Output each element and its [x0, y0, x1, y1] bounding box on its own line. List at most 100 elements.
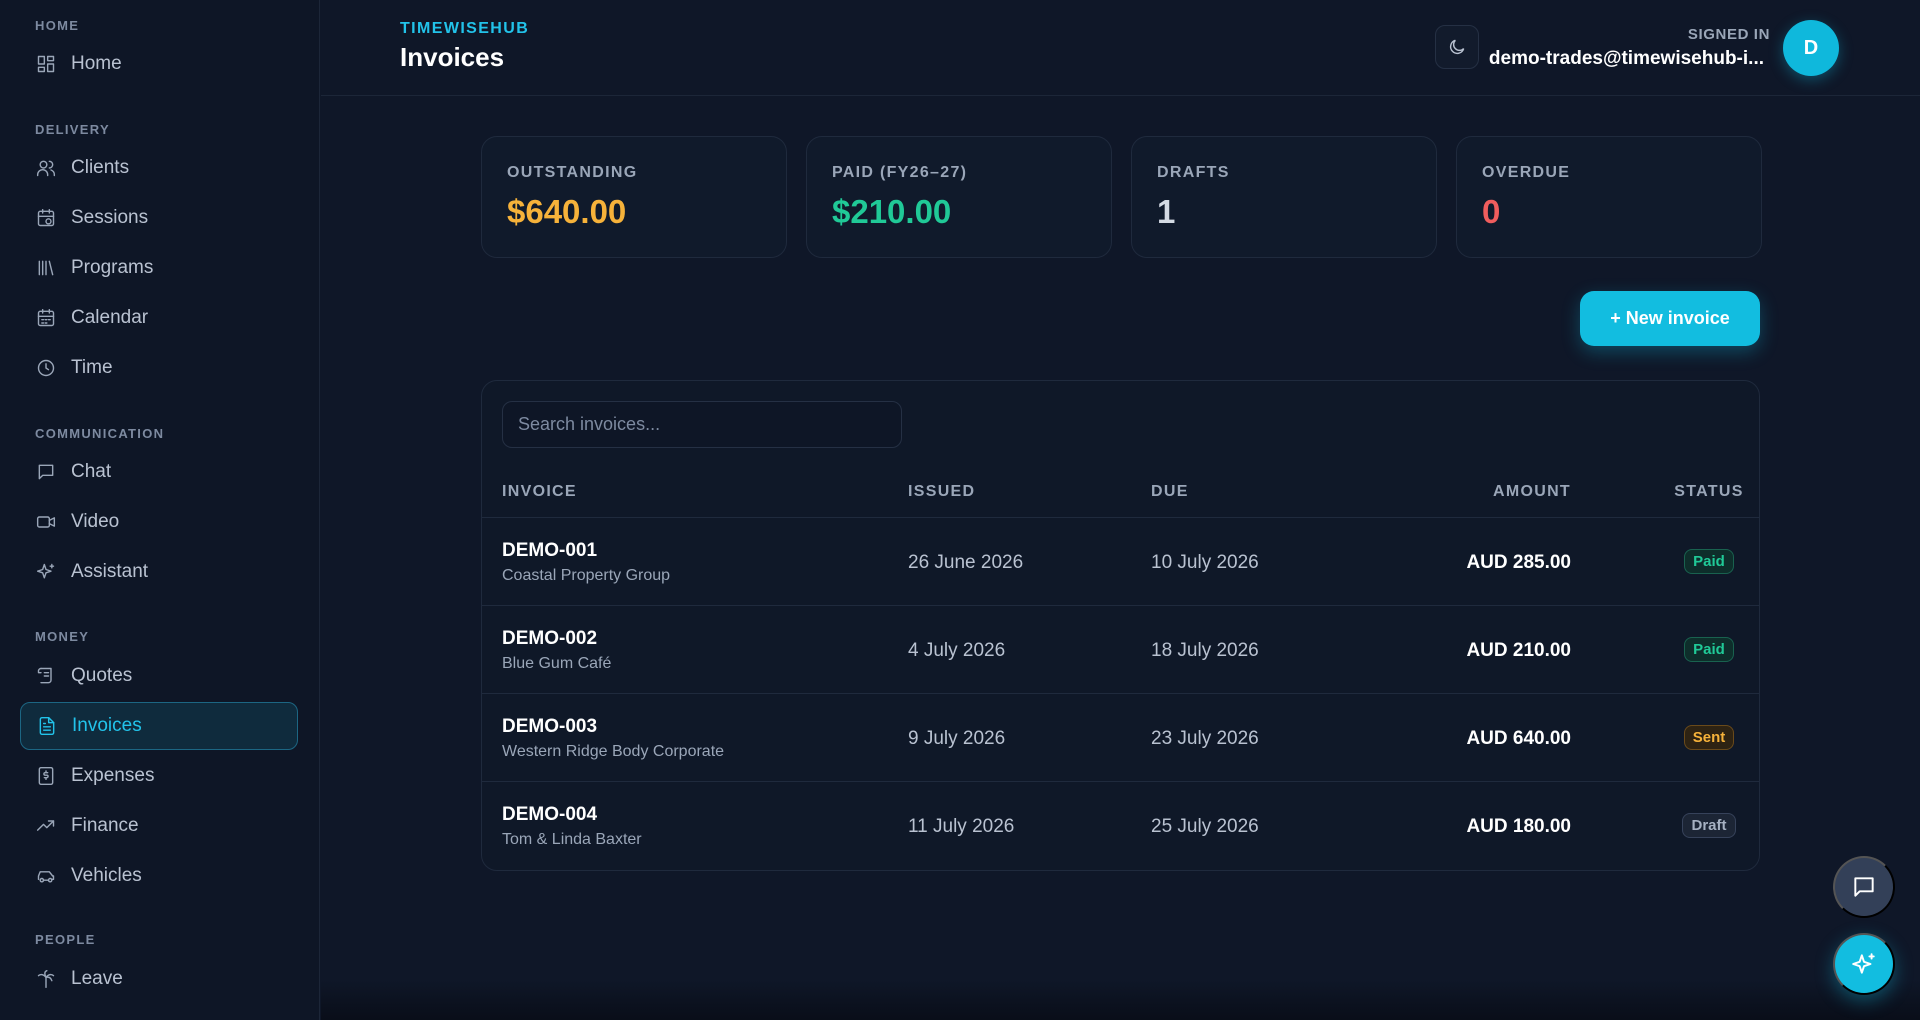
invoice-issued: 26 June 2026: [908, 552, 1024, 573]
table-row[interactable]: DEMO-004 Tom & Linda Baxter 11 July 2026…: [482, 781, 1759, 869]
invoice-issued: 11 July 2026: [908, 816, 1015, 837]
stat-card-overdue: OVERDUE 0: [1456, 136, 1762, 258]
invoice-amount: AUD 210.00: [1466, 640, 1571, 661]
invoice-amount: AUD 180.00: [1466, 816, 1571, 837]
sidebar-item-expenses[interactable]: Expenses: [20, 752, 298, 800]
sidebar-item-label: Video: [71, 511, 120, 532]
calendar-clock-icon: [35, 207, 57, 229]
moon-icon: [1447, 37, 1467, 57]
column-header-amount[interactable]: AMOUNT: [1493, 483, 1571, 501]
brand-name: TIMEWISEHUB: [400, 20, 530, 37]
sidebar-item-home[interactable]: Home: [20, 40, 298, 88]
sidebar-item-label: Time: [71, 357, 113, 378]
sidebar-item-invoices[interactable]: Invoices: [20, 702, 298, 750]
status-badge: Paid: [1684, 549, 1734, 574]
sparkles-icon: [1851, 951, 1877, 977]
sidebar-item-leave[interactable]: Leave: [20, 955, 298, 1003]
invoice-client: Tom & Linda Baxter: [502, 831, 642, 848]
invoice-amount: AUD 285.00: [1466, 552, 1571, 573]
invoice-id: DEMO-001: [502, 540, 598, 561]
sidebar-item-video[interactable]: Video: [20, 498, 298, 546]
invoice-amount: AUD 640.00: [1466, 728, 1571, 749]
avatar[interactable]: D: [1783, 20, 1839, 76]
stat-card-drafts: DRAFTS 1: [1131, 136, 1437, 258]
sidebar-item-label: Leave: [71, 968, 123, 989]
library-icon: [35, 257, 57, 279]
sidebar-item-sessions[interactable]: Sessions: [20, 194, 298, 242]
sidebar-item-label: Finance: [71, 815, 139, 836]
sidebar-item-finance[interactable]: Finance: [20, 802, 298, 850]
sidebar-item-vehicles[interactable]: Vehicles: [20, 852, 298, 900]
palm-tree-icon: [35, 968, 57, 990]
car-icon: [35, 865, 57, 887]
nav-section-money: MONEY: [35, 629, 90, 644]
receipt-dollar-icon: [35, 765, 57, 787]
table-row[interactable]: DEMO-002 Blue Gum Café 4 July 2026 18 Ju…: [482, 605, 1759, 693]
sidebar-item-calendar[interactable]: Calendar: [20, 294, 298, 342]
table-row[interactable]: DEMO-001 Coastal Property Group 26 June …: [482, 517, 1759, 605]
sidebar-item-quotes[interactable]: Quotes: [20, 652, 298, 700]
invoice-due: 10 July 2026: [1151, 552, 1259, 573]
invoice-id: DEMO-002: [502, 628, 598, 649]
grid-icon: [35, 53, 57, 75]
file-text-icon: [36, 715, 58, 737]
invoice-issued: 9 July 2026: [908, 728, 1006, 749]
column-header-issued[interactable]: ISSUED: [908, 483, 975, 501]
message-square-icon: [1851, 874, 1877, 900]
stat-card-paid: PAID (FY26–27) $210.00: [806, 136, 1112, 258]
invoice-client: Coastal Property Group: [502, 567, 671, 584]
column-header-status[interactable]: STATUS: [1642, 483, 1776, 501]
search-input[interactable]: [502, 401, 902, 448]
invoice-due: 18 July 2026: [1151, 640, 1259, 661]
status-badge: Sent: [1683, 725, 1735, 750]
bottom-shade: [321, 980, 1920, 1020]
column-header-invoice[interactable]: INVOICE: [502, 483, 577, 501]
video-icon: [35, 511, 57, 533]
trending-up-icon: [35, 815, 57, 837]
invoice-client: Blue Gum Café: [502, 655, 612, 672]
theme-toggle-button[interactable]: [1435, 25, 1479, 69]
stat-label: PAID (FY26–27): [832, 164, 968, 181]
user-email: demo-trades@timewisehub-i...: [1488, 48, 1764, 69]
column-header-due[interactable]: DUE: [1151, 483, 1189, 501]
table-row[interactable]: DEMO-003 Western Ridge Body Corporate 9 …: [482, 693, 1759, 781]
invoice-due: 25 July 2026: [1151, 816, 1259, 837]
sidebar-item-assistant[interactable]: Assistant: [20, 548, 298, 596]
stat-value: 1: [1157, 193, 1176, 230]
chat-fab-button[interactable]: [1833, 856, 1895, 918]
stat-label: OUTSTANDING: [507, 164, 638, 181]
sidebar-item-label: Calendar: [71, 307, 149, 328]
status-badge: Paid: [1684, 637, 1734, 662]
stat-value: 0: [1482, 193, 1501, 230]
stat-card-outstanding: OUTSTANDING $640.00: [481, 136, 787, 258]
sidebar-item-label: Sessions: [71, 207, 149, 228]
signed-in-label: SIGNED IN: [1687, 26, 1770, 43]
invoice-client: Western Ridge Body Corporate: [502, 743, 725, 760]
sidebar-item-label: Vehicles: [71, 865, 142, 886]
nav-section-home: HOME: [35, 18, 80, 33]
sidebar-item-chat[interactable]: Chat: [20, 448, 298, 496]
status-badge: Draft: [1682, 813, 1736, 838]
invoice-id: DEMO-003: [502, 716, 598, 737]
assistant-fab-button[interactable]: [1833, 933, 1895, 995]
sidebar-item-label: Invoices: [72, 715, 142, 736]
clock-icon: [35, 357, 57, 379]
sidebar-item-label: Home: [71, 53, 122, 74]
message-square-icon: [35, 461, 57, 483]
sidebar-item-label: Programs: [71, 257, 154, 278]
stat-label: OVERDUE: [1482, 164, 1571, 181]
sparkles-icon: [35, 561, 57, 583]
new-invoice-button[interactable]: + New invoice: [1580, 291, 1760, 346]
invoices-table: INVOICE ISSUED DUE AMOUNT STATUS DEMO-00…: [481, 380, 1760, 871]
nav-section-people: PEOPLE: [35, 932, 96, 947]
sidebar-item-label: Expenses: [71, 765, 155, 786]
users-icon: [35, 157, 57, 179]
sidebar-item-time[interactable]: Time: [20, 344, 298, 392]
sidebar-item-clients[interactable]: Clients: [20, 144, 298, 192]
stat-value: $640.00: [507, 193, 627, 230]
nav-section-communication: COMMUNICATION: [35, 426, 165, 441]
sidebar-item-label: Assistant: [71, 561, 149, 582]
sidebar-item-programs[interactable]: Programs: [20, 244, 298, 292]
calendar-icon: [35, 307, 57, 329]
sidebar-item-label: Clients: [71, 157, 130, 178]
